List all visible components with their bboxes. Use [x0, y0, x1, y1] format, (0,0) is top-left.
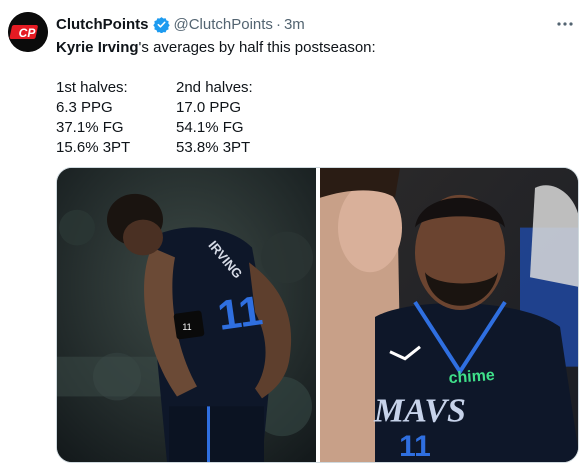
sponsor-text: chime	[448, 367, 495, 387]
second-halves-3pt: 53.8% 3PT	[176, 139, 251, 156]
first-halves-3pt: 15.6% 3PT	[56, 139, 131, 156]
first-halves-stats: 1st halves: 6.3 PPG 37.1% FG 15.6% 3PT	[56, 78, 130, 158]
second-halves-fg: 54.1% FG	[176, 119, 244, 136]
avatar-text: CP	[19, 26, 37, 40]
tweet-text-rest: 's averages by half this postseason:	[138, 39, 376, 56]
wristband-number: 11	[182, 322, 191, 332]
player-mention: Kyrie Irving	[56, 39, 139, 56]
timestamp[interactable]: 3m	[284, 16, 305, 33]
second-halves-stats: 2nd halves: 17.0 PPG 54.1% FG 53.8% 3PT	[176, 78, 253, 158]
first-halves-heading: 1st halves:	[56, 79, 128, 96]
more-options-icon[interactable]	[555, 14, 575, 34]
second-halves-heading: 2nd halves:	[176, 79, 253, 96]
tweet-text: Kyrie Irving's averages by half this pos…	[56, 38, 376, 58]
team-text: MAVS	[373, 392, 466, 429]
jersey-number-right: 11	[399, 430, 431, 462]
author-handle[interactable]: @ClutchPoints	[174, 16, 273, 33]
photo-left[interactable]: 11 IRVING 11	[57, 168, 316, 462]
avatar[interactable]: CP	[8, 12, 48, 52]
verified-badge-icon	[152, 16, 170, 33]
photo-right[interactable]: chime MAVS 11	[320, 168, 578, 462]
tweet-header: ClutchPoints @ClutchPoints · 3m	[56, 14, 305, 34]
first-halves-ppg: 6.3 PPG	[56, 99, 113, 116]
separator-dot: ·	[275, 15, 281, 33]
first-halves-fg: 37.1% FG	[56, 119, 124, 136]
second-halves-ppg: 17.0 PPG	[176, 99, 242, 116]
author-name[interactable]: ClutchPoints	[56, 16, 149, 33]
clutchpoints-logo-icon: CP	[8, 12, 48, 52]
tweet-media[interactable]: 11 IRVING 11 chime MAVS 11	[56, 167, 579, 463]
jersey-number-left: 11	[215, 286, 266, 339]
